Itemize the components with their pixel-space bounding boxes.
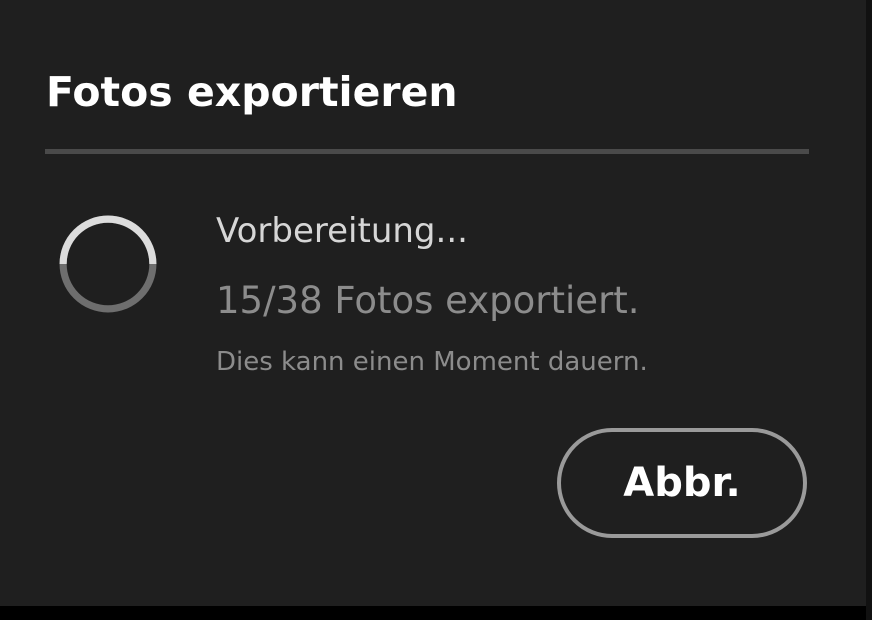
- cancel-button[interactable]: Abbr.: [557, 428, 807, 538]
- status-title: Vorbereitung...: [216, 211, 468, 251]
- export-dialog: Fotos exportieren Vorbereitung... 15/38 …: [0, 0, 866, 606]
- loading-spinner-icon: [59, 215, 157, 313]
- dialog-title: Fotos exportieren: [46, 68, 458, 116]
- window-edge: [866, 0, 872, 620]
- title-divider: [45, 149, 809, 154]
- export-progress-text: 15/38 Fotos exportiert.: [216, 279, 640, 322]
- wait-note: Dies kann einen Moment dauern.: [216, 347, 648, 377]
